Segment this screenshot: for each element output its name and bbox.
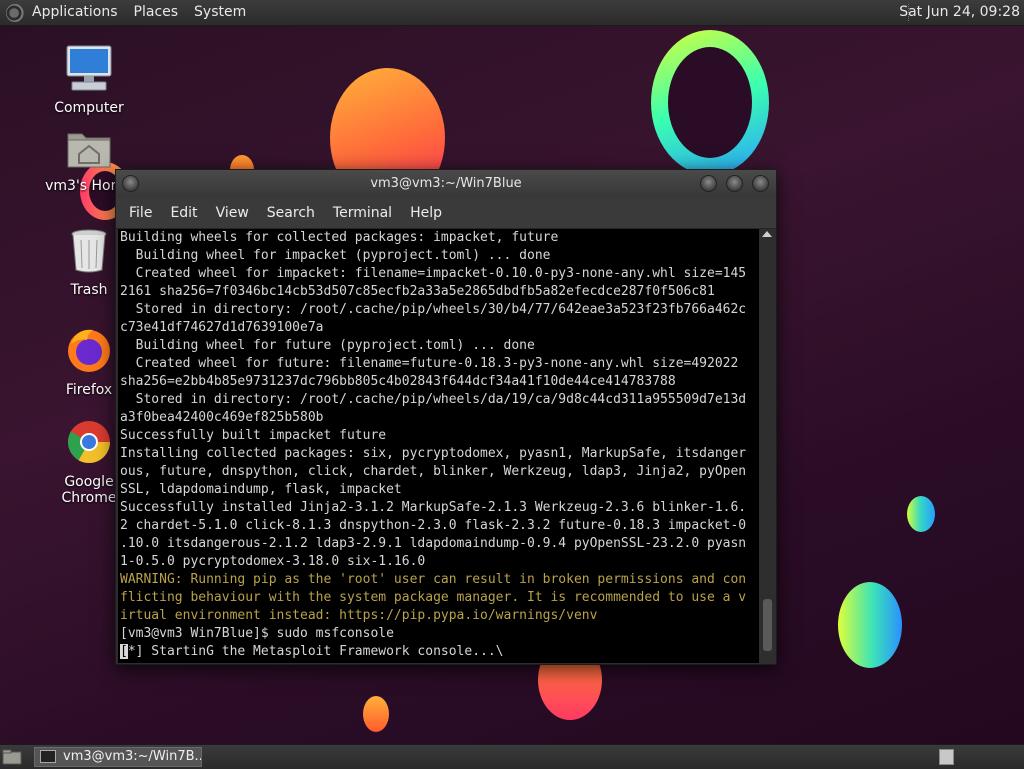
menu-help[interactable]: Help [401, 205, 451, 221]
terminal-line: Successfully built impacket future [120, 428, 387, 443]
terminal-line: Building wheels for collected packages: … [120, 230, 559, 245]
terminal-line: SSL, ldapdomaindump, flask, impacket [120, 482, 402, 497]
window-menu-icon[interactable] [122, 175, 139, 192]
computer-icon [66, 45, 112, 91]
terminal-line: Created wheel for impacket: filename=imp… [120, 266, 747, 281]
terminal-current-line-text: *] StartinG the Metasploit Framework con… [127, 644, 504, 659]
menu-edit[interactable]: Edit [161, 205, 206, 221]
firefox-icon [68, 329, 110, 372]
terminal-cursor: [ [120, 644, 128, 659]
terminal-line: irtual environment instead: https://pip.… [120, 608, 598, 623]
terminal-line: Building wheel for impacket (pyproject.t… [120, 248, 551, 263]
terminal-line: flicting behaviour with the system packa… [120, 590, 747, 605]
terminal-line: Stored in directory: /root/.cache/pip/wh… [120, 392, 747, 407]
menu-search[interactable]: Search [258, 205, 324, 221]
terminal-line: a3f0bea42400c469ef825b580b [120, 410, 324, 425]
menu-terminal[interactable]: Terminal [324, 205, 401, 221]
desktop-icon-computer[interactable]: Computer [44, 44, 134, 116]
terminal-line: Created wheel for future: filename=futur… [120, 356, 739, 371]
terminal-line: Successfully installed Jinja2-3.1.2 Mark… [120, 500, 747, 515]
terminal-line: Installing collected packages: six, pycr… [120, 446, 747, 461]
terminal-text: Building wheels for collected packages: … [118, 229, 759, 643]
workspace-switcher[interactable] [939, 749, 954, 765]
desktop-icon-label: Computer [54, 100, 124, 116]
menu-file[interactable]: File [120, 205, 161, 221]
close-icon[interactable] [752, 175, 769, 192]
window-title: vm3@vm3:~/Win7Blue [370, 176, 522, 191]
terminal-line: c73e41df74627d1d7639100e7a [120, 320, 324, 335]
terminal-line: WARNING: Running pip as the 'root' user … [120, 572, 747, 587]
menu-applications[interactable]: Applications [24, 0, 126, 25]
terminal-line: 1-0.5.0 pycryptodomex-3.18.0 six-1.16.0 [120, 554, 426, 569]
terminal-line: .10.0 itsdangerous-2.1.2 ldap3-2.9.1 lda… [120, 536, 747, 551]
window-titlebar[interactable]: vm3@vm3:~/Win7Blue [116, 170, 776, 198]
home-folder-icon [67, 133, 111, 168]
terminal-line: 2 chardet-5.1.0 click-8.1.3 dnspython-2.… [120, 518, 747, 533]
scrollbar-thumb[interactable] [763, 599, 772, 651]
terminal-menubar: File Edit View Search Terminal Help [116, 198, 776, 229]
distro-logo-icon[interactable] [6, 3, 24, 22]
wallpaper-blue-bubble-large [838, 582, 902, 668]
terminal-line: [vm3@vm3 Win7Blue]$ sudo msfconsole [120, 626, 394, 641]
terminal-current-line: [*] StartinG the Metasploit Framework co… [118, 643, 759, 661]
top-panel: Applications Places System Sat Jun 24, 0… [0, 0, 1024, 26]
clock[interactable]: Sat Jun 24, 09:28 [899, 0, 1020, 25]
wallpaper-orange-bubble-small [363, 696, 389, 732]
show-desktop-icon[interactable] [2, 748, 22, 766]
terminal-line: sha256=e2bb4b85e9731237dc796bb805c4b0284… [120, 374, 676, 389]
wallpaper-green-ring [651, 30, 769, 175]
bottom-panel: vm3@vm3:~/Win7B... [0, 744, 1024, 769]
menu-view[interactable]: View [207, 205, 258, 221]
terminal-icon [40, 750, 56, 763]
terminal-line: Stored in directory: /root/.cache/pip/wh… [120, 302, 747, 317]
trash-icon [71, 229, 107, 273]
chrome-icon [67, 421, 110, 464]
wallpaper-blue-bubble [907, 496, 935, 532]
terminal-output[interactable]: Building wheels for collected packages: … [118, 229, 759, 663]
menu-system[interactable]: System [186, 0, 254, 25]
terminal-scrollbar[interactable] [760, 229, 774, 663]
taskbar-terminal-label: vm3@vm3:~/Win7B... [63, 749, 202, 764]
menu-places[interactable]: Places [126, 0, 187, 25]
terminal-line: 2161 sha256=7f0346bc14cb53d507c85ecfb2a3… [120, 284, 715, 299]
taskbar-terminal-button[interactable]: vm3@vm3:~/Win7B... [34, 747, 202, 767]
terminal-line: ous, future, dnspython, click, chardet, … [120, 464, 747, 479]
minimize-icon[interactable] [700, 175, 717, 192]
terminal-line: Building wheel for future (pyproject.tom… [120, 338, 535, 353]
maximize-icon[interactable] [726, 175, 743, 192]
scroll-up-arrow-icon[interactable] [762, 231, 772, 237]
terminal-window[interactable]: vm3@vm3:~/Win7Blue File Edit View Search… [115, 169, 777, 665]
